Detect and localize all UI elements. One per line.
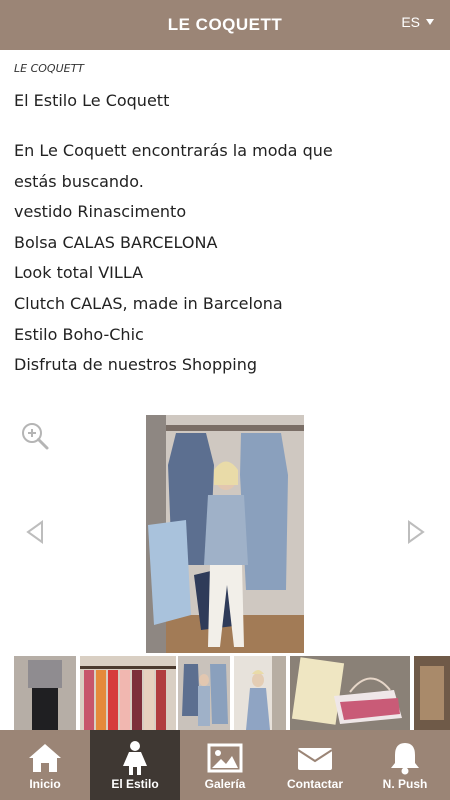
description-line: En Le Coquett encontrarás la moda que es… — [14, 141, 333, 191]
picture-icon — [207, 743, 243, 773]
description-line: Estilo Boho-Chic — [14, 324, 144, 344]
envelope-icon — [297, 748, 333, 770]
description-line: Clutch CALAS, made in Barcelona — [14, 293, 283, 313]
tab-label: Galería — [204, 777, 246, 791]
tab-label: Inicio — [29, 777, 61, 791]
description-line: Disfruta de nuestros Shopping — [14, 355, 258, 375]
bell-icon — [391, 743, 419, 775]
page-heading: El Estilo Le Coquett — [14, 91, 170, 110]
main-photo[interactable] — [146, 415, 304, 653]
thumbnail[interactable] — [414, 656, 450, 730]
tab-el-estilo[interactable]: El Estilo — [90, 730, 180, 800]
thumbnail[interactable] — [80, 656, 176, 730]
thumbnail[interactable] — [234, 656, 286, 730]
tab-label: El Estilo — [111, 777, 159, 791]
tab-bar: Inicio El Estilo Galería Contactar N. Pu… — [0, 730, 450, 800]
tab-galeria[interactable]: Galería — [180, 730, 270, 800]
description-line: vestido Rinascimento — [14, 202, 187, 222]
zoom-icon[interactable] — [20, 421, 50, 451]
tab-contactar[interactable]: Contactar — [270, 730, 360, 800]
language-selector[interactable]: ES — [401, 14, 434, 30]
tab-label: N. Push — [382, 777, 428, 791]
tab-label: Contactar — [286, 777, 343, 791]
description: En Le Coquett encontrarás la moda que es… — [14, 136, 434, 381]
breadcrumb[interactable]: LE COQUETT — [14, 62, 434, 75]
prev-arrow-icon[interactable] — [24, 520, 46, 544]
description-line: Look total VILLA — [14, 263, 144, 283]
caret-down-icon — [426, 19, 434, 25]
description-line: Bolsa CALAS BARCELONA — [14, 232, 218, 252]
thumbnail[interactable] — [14, 656, 76, 730]
home-icon — [29, 744, 61, 772]
language-code: ES — [401, 14, 420, 30]
thumbnail-strip — [0, 656, 450, 730]
tab-n-push[interactable]: N. Push — [360, 730, 450, 800]
app-title: LE COQUETT — [167, 15, 283, 34]
photo-slider — [0, 405, 450, 655]
page-content: LE COQUETT El Estilo Le Coquett En Le Co… — [14, 62, 434, 381]
thumbnail[interactable] — [290, 656, 410, 730]
app-header: LE COQUETT ES — [0, 0, 450, 50]
thumbnail[interactable] — [178, 656, 230, 730]
next-arrow-icon[interactable] — [405, 520, 427, 544]
person-icon — [123, 741, 147, 775]
tab-inicio[interactable]: Inicio — [0, 730, 90, 800]
